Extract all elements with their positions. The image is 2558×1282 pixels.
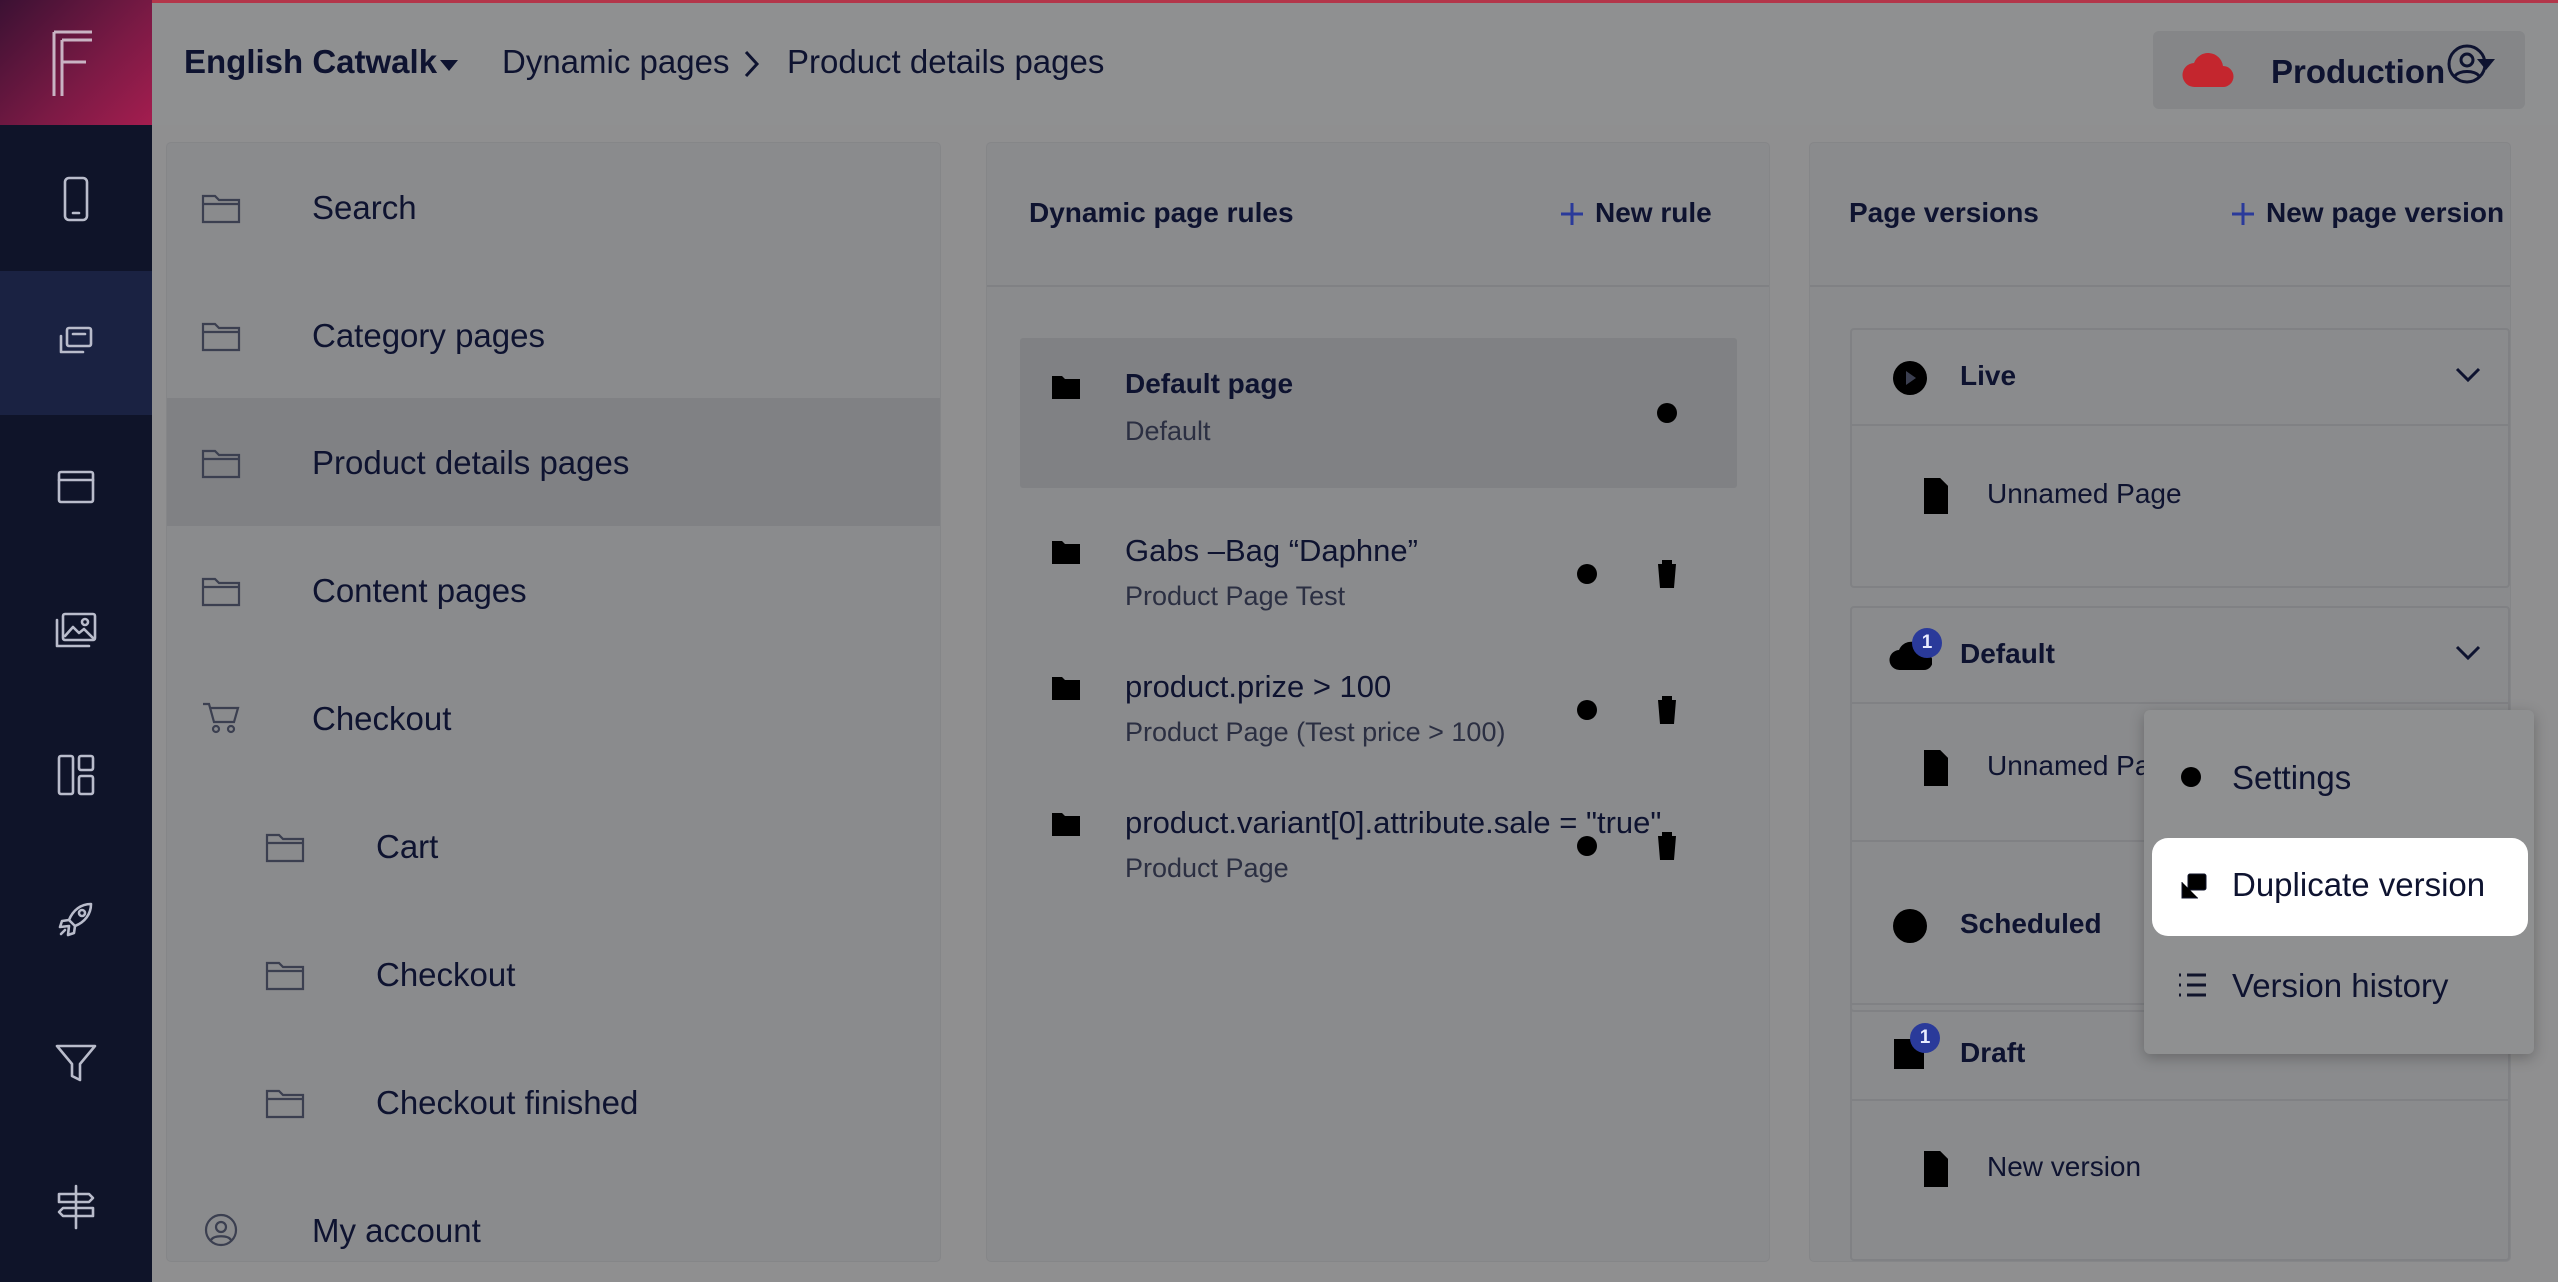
window-icon: [57, 470, 95, 504]
version-page-item[interactable]: Unnamed Page: [1852, 426, 2508, 586]
tree-item[interactable]: Content pages: [167, 526, 940, 654]
top-header: English Catwalk Dynamic pages Product de…: [152, 0, 2558, 125]
star-folder-icon: [1052, 376, 1080, 399]
version-count-badge: 1: [1912, 628, 1942, 658]
new-rule-button[interactable]: New rule: [1559, 193, 1749, 233]
settings-gear-icon: [2177, 763, 2205, 791]
settings-gear-icon[interactable]: [1650, 396, 1684, 430]
chevron-down-icon: [2455, 367, 2481, 383]
user-icon: [204, 1213, 238, 1247]
folder-icon: [265, 1089, 305, 1119]
plus-icon: [1561, 203, 1583, 225]
panel-title: Page versions: [1849, 197, 2039, 228]
duplicate-icon: [2181, 873, 2207, 899]
rule-item[interactable]: product.variant[0].attribute.sale = "tru…: [1020, 775, 1737, 905]
nav-filter[interactable]: [0, 991, 152, 1135]
tree-item[interactable]: Category pages: [167, 271, 940, 399]
nav-media[interactable]: [0, 559, 152, 703]
new-page-version-button[interactable]: New page version: [2230, 193, 2504, 233]
signpost-icon: [57, 1184, 95, 1230]
chevron-down-icon: [2455, 645, 2481, 661]
tree-item[interactable]: Checkout: [167, 910, 940, 1038]
plus-icon: [2232, 203, 2254, 225]
rule-item[interactable]: product.prize > 100 Product Page (Test p…: [1020, 639, 1737, 769]
page-icon: [1924, 478, 1948, 514]
divider: [1810, 285, 2510, 287]
page-icon: [1924, 1151, 1948, 1187]
tree-item[interactable]: Checkout finished: [167, 1038, 940, 1166]
settings-gear-icon[interactable]: [1570, 557, 1604, 591]
frontastic-logo-icon: [52, 30, 92, 96]
layout-icon: [57, 754, 95, 796]
page-folder-tree: Search Category pages Product details pa…: [167, 143, 940, 1261]
page-versions-panel: Page versions New page version Live Unna…: [1810, 143, 2510, 1261]
settings-gear-icon[interactable]: [1570, 829, 1604, 863]
star-folder-icon: [1052, 677, 1080, 700]
caret-down-icon[interactable]: [438, 58, 460, 72]
version-count-badge: 1: [1910, 1023, 1940, 1053]
rule-item[interactable]: Gabs –Bag “Daphne” Product Page Test: [1020, 503, 1737, 633]
folder-icon: [265, 833, 305, 863]
chevron-right-icon: [744, 50, 760, 78]
breadcrumb-current: Product details pages: [787, 43, 1105, 80]
folder-icon: [201, 194, 241, 224]
page-icon: [1924, 750, 1948, 786]
version-page-item[interactable]: New version: [1852, 1101, 2508, 1241]
trash-icon[interactable]: [1652, 557, 1682, 591]
divider: [987, 285, 1769, 287]
tree-item[interactable]: Cart: [167, 782, 940, 910]
folder-icon: [201, 577, 241, 607]
tree-item[interactable]: Search: [167, 143, 940, 271]
filter-icon: [55, 1044, 97, 1082]
nav-layout[interactable]: [0, 703, 152, 847]
clock-icon: [1893, 909, 1927, 943]
rocket-icon: [58, 902, 93, 937]
nav-window[interactable]: [0, 415, 152, 559]
main-sidebar: [0, 0, 152, 1282]
phone-icon: [63, 176, 89, 222]
panel-title: Dynamic page rules: [1029, 197, 1294, 228]
folder-icon: [201, 449, 241, 479]
environment-label: Production: [2271, 53, 2446, 90]
user-account-icon[interactable]: [2446, 43, 2488, 85]
star-folder-icon: [1052, 541, 1080, 564]
nav-pages[interactable]: [0, 271, 152, 415]
menu-item-settings[interactable]: Settings: [2144, 730, 2534, 826]
menu-item-version-history[interactable]: Version history: [2144, 938, 2534, 1034]
play-circle-icon: [1893, 361, 1927, 395]
group-header[interactable]: 1 Default: [1852, 608, 2508, 702]
cloud-icon: [2182, 53, 2234, 88]
version-group-live: Live Unnamed Page: [1850, 328, 2510, 588]
group-header[interactable]: Live: [1852, 330, 2508, 424]
pages-icon: [59, 326, 93, 354]
project-selector[interactable]: English Catwalk: [184, 43, 437, 81]
trash-icon[interactable]: [1652, 693, 1682, 727]
trash-icon[interactable]: [1652, 829, 1682, 863]
media-icon: [55, 612, 97, 648]
rule-item-selected[interactable]: Default page Default: [1020, 338, 1737, 488]
tree-item[interactable]: Checkout: [167, 654, 940, 782]
dynamic-page-rules-panel: Dynamic page rules New rule Default page…: [987, 143, 1769, 1261]
star-folder-icon: [1052, 813, 1080, 836]
list-icon: [2179, 973, 2206, 997]
cart-icon: [203, 702, 240, 734]
nav-phone[interactable]: [0, 127, 152, 271]
tree-item[interactable]: My account: [167, 1166, 940, 1261]
nav-rocket[interactable]: [0, 847, 152, 991]
folder-icon: [201, 322, 241, 352]
nav-signpost[interactable]: [0, 1135, 152, 1279]
app-logo[interactable]: [0, 0, 152, 125]
folder-icon: [265, 961, 305, 991]
settings-gear-icon[interactable]: [1570, 693, 1604, 727]
menu-item-duplicate-version[interactable]: Duplicate version: [2152, 838, 2528, 936]
tree-item-selected[interactable]: Product details pages: [167, 398, 940, 526]
breadcrumb-dynamic-pages[interactable]: Dynamic pages: [502, 43, 729, 81]
